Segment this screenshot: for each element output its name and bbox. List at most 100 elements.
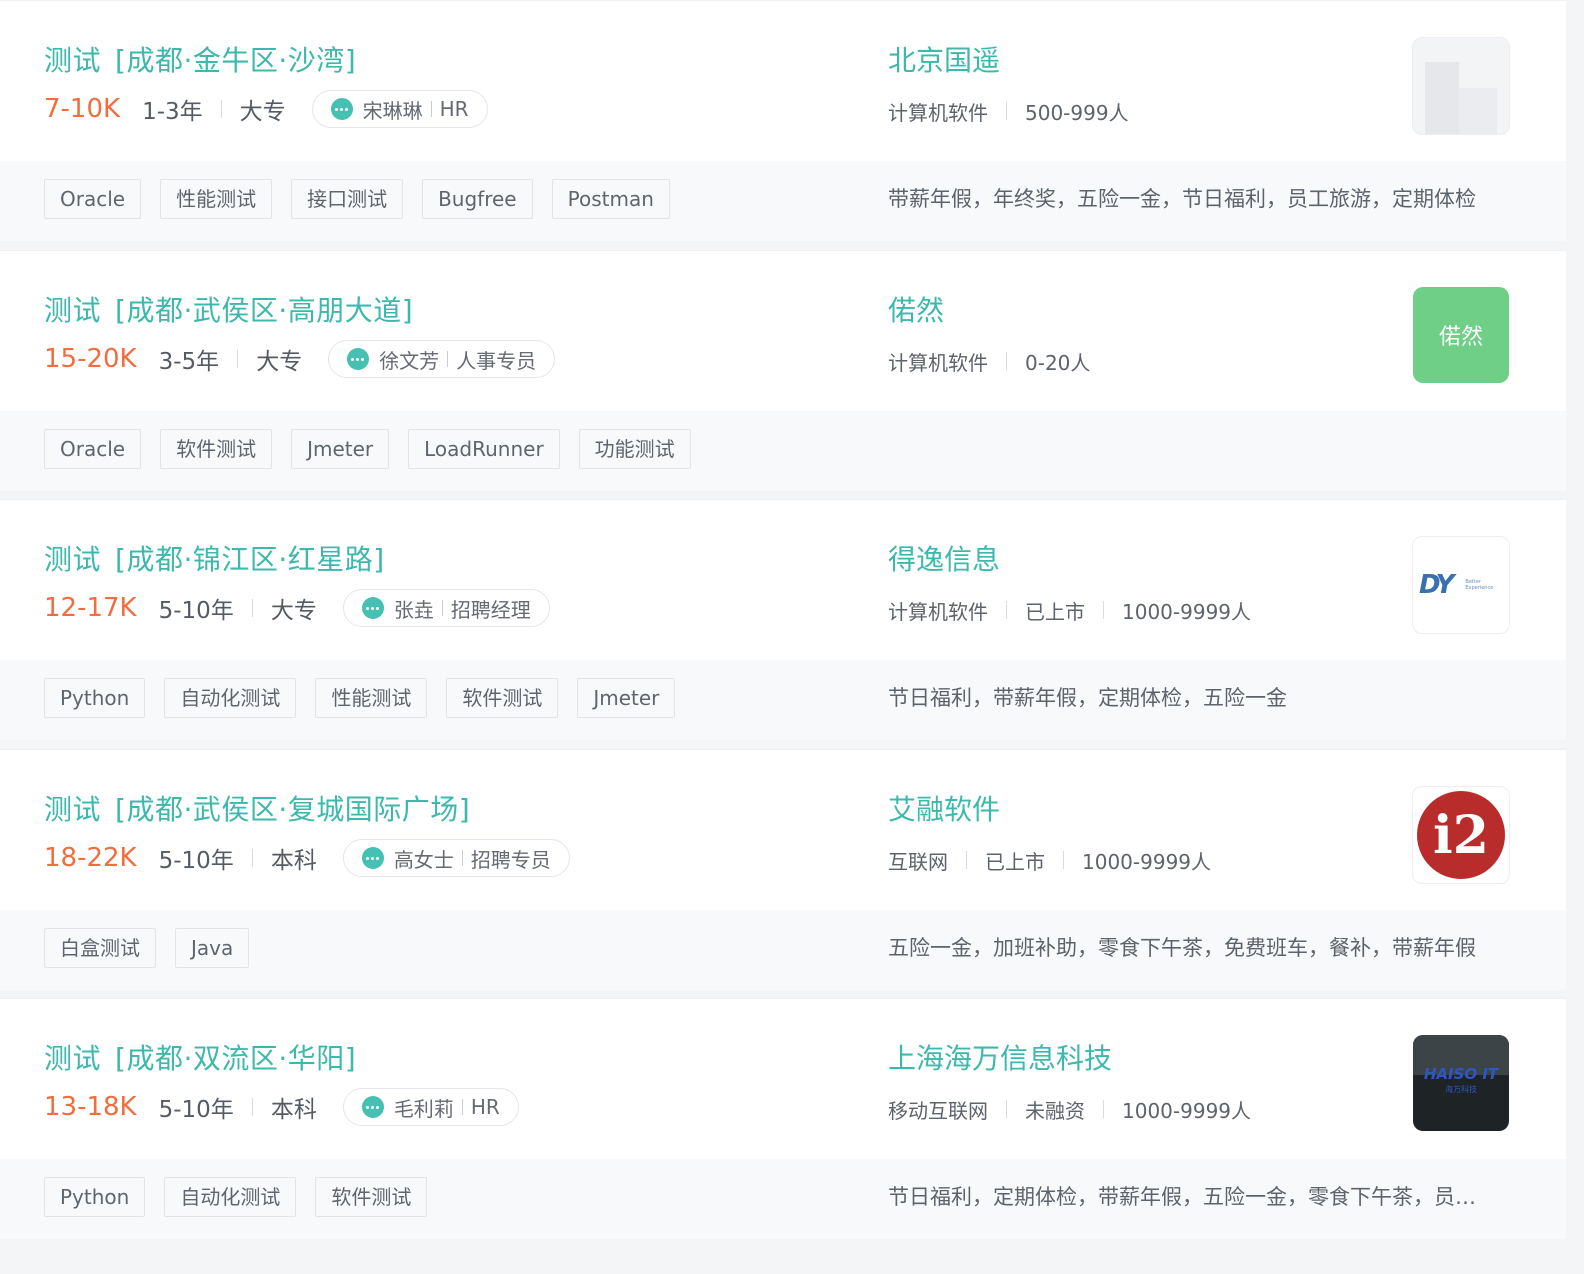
building-icon — [1459, 88, 1497, 134]
job-info: 7-10K 1-3年 大专 宋琳琳 HR — [44, 89, 488, 129]
recruiter-chat-button[interactable]: 张垚 招聘经理 — [342, 589, 550, 627]
skill-tag: Java — [175, 928, 250, 968]
divider — [251, 849, 253, 867]
skill-tags: Python 自动化测试 软件测试 — [44, 1177, 446, 1217]
job-title[interactable]: 测试 — [44, 1042, 101, 1075]
company-info: 移动互联网 未融资 1000-9999人 — [888, 1091, 1251, 1127]
skill-tag: Jmeter — [577, 678, 676, 718]
company-name-link[interactable]: 北京国遥 — [888, 39, 1000, 79]
job-title[interactable]: 测试 — [44, 543, 101, 576]
chat-icon — [361, 597, 384, 619]
logo-subtext: 海万科技 — [1445, 1085, 1477, 1094]
job-card-main: 测试 [成都·金牛区·沙湾] 7-10K 1-3年 大专 宋琳琳 HR 北京国遥 … — [0, 0, 1566, 161]
skill-tag: 自动化测试 — [164, 1177, 297, 1217]
company-size: 1000-9999人 — [1122, 599, 1252, 624]
job-title[interactable]: 测试 — [44, 793, 101, 826]
salary: 13-18K — [44, 1092, 137, 1122]
company-stage: 已上市 — [985, 849, 1045, 874]
education: 大专 — [256, 349, 303, 375]
recruiter-name: 宋琳琳 — [362, 98, 423, 123]
company-name-link[interactable]: 上海海万信息科技 — [888, 1037, 1112, 1077]
skill-tag: 性能测试 — [315, 678, 428, 718]
chat-icon — [347, 348, 370, 370]
job-area[interactable]: [成都·金牛区·沙湾] — [115, 44, 356, 77]
company-logo[interactable]: HAISO IT 海万科技 — [1413, 1035, 1509, 1131]
logo-subtext: Better Experience — [1465, 579, 1494, 591]
skill-tag: Oracle — [44, 179, 142, 219]
company-industry: 计算机软件 — [888, 350, 988, 375]
recruiter-chat-button[interactable]: 宋琳琳 HR — [311, 90, 488, 128]
divider — [1006, 102, 1007, 120]
job-card-footer: 白盒测试 Java 五险一金，加班补助，零食下午茶，免费班车，餐补，带薪年假 — [0, 910, 1566, 990]
recruiter-role: HR — [470, 1095, 500, 1119]
divider — [1006, 352, 1007, 370]
skill-tag: 软件测试 — [160, 429, 273, 469]
skill-tag: 自动化测试 — [164, 678, 297, 718]
job-title-link[interactable]: 测试 [成都·锦江区·红星路] — [44, 538, 385, 578]
job-card[interactable]: 测试 [成都·双流区·华阳] 13-18K 5-10年 本科 毛利莉 HR 上海海… — [0, 998, 1566, 1239]
job-card[interactable]: 测试 [成都·武侯区·复城国际广场] 18-22K 5-10年 本科 高女士 招聘… — [0, 749, 1566, 990]
experience: 5-10年 — [158, 598, 234, 624]
job-title[interactable]: 测试 — [44, 44, 101, 77]
job-card[interactable]: 测试 [成都·锦江区·红星路] 12-17K 5-10年 大专 张垚 招聘经理 得… — [0, 499, 1566, 740]
skill-tags: Python 自动化测试 性能测试 软件测试 Jmeter — [44, 678, 694, 718]
company-stage: 未融资 — [1025, 1098, 1085, 1123]
skill-tag: 功能测试 — [578, 429, 691, 469]
job-title-link[interactable]: 测试 [成都·武侯区·复城国际广场] — [44, 788, 470, 828]
salary: 18-22K — [44, 843, 137, 873]
job-area[interactable]: [成都·武侯区·复城国际广场] — [115, 793, 470, 826]
job-info: 15-20K 3-5年 大专 徐文芳 人事专员 — [44, 339, 556, 379]
company-industry: 互联网 — [888, 849, 948, 874]
job-area[interactable]: [成都·锦江区·红星路] — [115, 543, 385, 576]
divider — [1006, 601, 1007, 619]
benefits: 带薪年假，年终奖，五险一金，节日福利，员工旅游，定期体检 — [888, 187, 1476, 211]
divider — [251, 1098, 253, 1116]
job-area[interactable]: [成都·双流区·华阳] — [115, 1042, 356, 1075]
job-card[interactable]: 测试 [成都·金牛区·沙湾] 7-10K 1-3年 大专 宋琳琳 HR 北京国遥 … — [0, 0, 1566, 241]
job-title-link[interactable]: 测试 [成都·金牛区·沙湾] — [44, 39, 356, 79]
job-title-link[interactable]: 测试 [成都·武侯区·高朋大道] — [44, 289, 413, 329]
company-industry: 计算机软件 — [888, 599, 988, 624]
benefits — [888, 429, 1492, 469]
skill-tags: Oracle 软件测试 Jmeter LoadRunner 功能测试 — [44, 429, 710, 469]
chat-icon — [361, 847, 384, 869]
company-size: 0-20人 — [1025, 350, 1091, 375]
divider — [461, 1099, 463, 1115]
recruiter-chat-button[interactable]: 徐文芳 人事专员 — [328, 340, 556, 378]
company-industry: 计算机软件 — [888, 100, 988, 125]
skill-tags: Oracle 性能测试 接口测试 Bugfree Postman — [44, 179, 689, 219]
skill-tag: 白盒测试 — [44, 928, 156, 968]
skill-tag: 软件测试 — [315, 1177, 428, 1217]
job-card[interactable]: 测试 [成都·武侯区·高朋大道] 15-20K 3-5年 大专 徐文芳 人事专员 … — [0, 250, 1566, 491]
recruiter-chat-button[interactable]: 毛利莉 HR — [342, 1088, 519, 1126]
job-card-footer: Python 自动化测试 性能测试 软件测试 Jmeter 节日福利，带薪年假，… — [0, 660, 1566, 740]
divider — [1063, 851, 1064, 869]
recruiter-chat-button[interactable]: 高女士 招聘专员 — [342, 839, 570, 877]
benefits: 五险一金，加班补助，零食下午茶，免费班车，餐补，带薪年假 — [888, 936, 1476, 960]
skill-tag: Postman — [551, 179, 670, 219]
job-card-footer: Oracle 软件测试 Jmeter LoadRunner 功能测试 — [0, 411, 1566, 491]
job-title-link[interactable]: 测试 [成都·双流区·华阳] — [44, 1037, 356, 1077]
job-card-main: 测试 [成都·双流区·华阳] 13-18K 5-10年 本科 毛利莉 HR 上海海… — [0, 998, 1566, 1159]
divider — [251, 599, 253, 617]
company-logo[interactable]: DY Better Experience — [1412, 536, 1510, 634]
job-area[interactable]: [成都·武侯区·高朋大道] — [115, 294, 413, 327]
skill-tag: Bugfree — [422, 179, 533, 219]
job-info: 18-22K 5-10年 本科 高女士 招聘专员 — [44, 838, 570, 878]
skill-tag: 接口测试 — [291, 179, 404, 219]
job-list: 测试 [成都·金牛区·沙湾] 7-10K 1-3年 大专 宋琳琳 HR 北京国遥 … — [0, 0, 1566, 1274]
job-info: 12-17K 5-10年 大专 张垚 招聘经理 — [44, 588, 550, 628]
company-logo[interactable]: i2 — [1412, 786, 1510, 884]
company-logo-placeholder-icon[interactable] — [1412, 37, 1510, 135]
job-title[interactable]: 测试 — [44, 294, 101, 327]
job-card-main: 测试 [成都·武侯区·高朋大道] 15-20K 3-5年 大专 徐文芳 人事专员 … — [0, 250, 1566, 411]
divider — [966, 851, 967, 869]
company-name-link[interactable]: 偌然 — [888, 289, 944, 329]
company-logo[interactable]: 偌然 — [1413, 287, 1509, 383]
company-industry: 移动互联网 — [888, 1098, 988, 1123]
divider — [441, 600, 443, 616]
divider — [461, 850, 463, 866]
company-name-link[interactable]: 得逸信息 — [888, 538, 1000, 578]
recruiter-role: 招聘专员 — [470, 847, 551, 872]
company-name-link[interactable]: 艾融软件 — [888, 788, 1000, 828]
